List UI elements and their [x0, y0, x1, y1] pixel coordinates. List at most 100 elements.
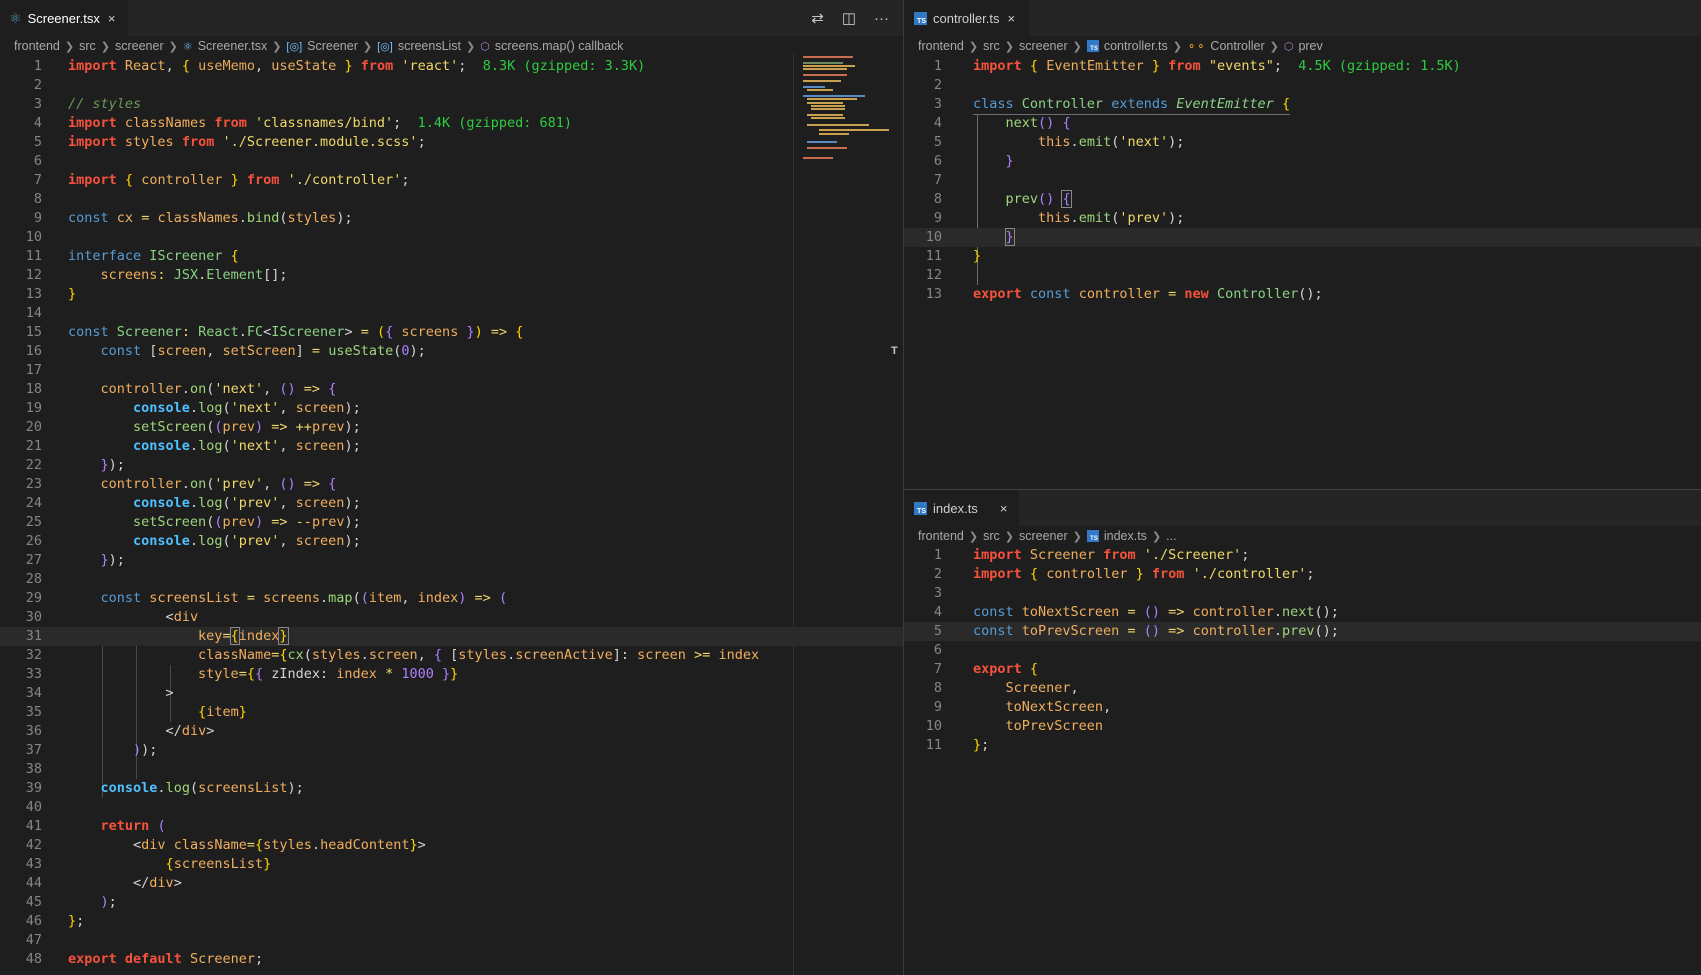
code-line: 44 </div>	[0, 874, 903, 893]
code-line: 25 setScreen((prev) => --prev);	[0, 513, 903, 532]
code-line: 5 this.emit('next');	[904, 133, 1701, 152]
breadcrumb: frontend ❯ src ❯ screener ❯ TS index.ts ❯ ...	[918, 527, 1177, 545]
code-line: 4 next() {	[904, 114, 1701, 133]
line-number: 31	[25, 628, 42, 644]
typescript-icon: TS	[1086, 530, 1099, 542]
code-line: 12 screens: JSX.Element[];	[0, 266, 903, 285]
code-line: 14	[0, 304, 903, 323]
chevron-right-icon: ❯	[168, 40, 178, 53]
code-line: 35 {item}	[0, 703, 903, 722]
method-symbol-icon: ⬡	[480, 40, 490, 53]
code-line: 11};	[904, 736, 1701, 755]
line-number: 18	[25, 381, 42, 397]
code-editor[interactable]: 1 import { EventEmitter } from "events"; …	[904, 57, 1701, 304]
editor-actions: ⇄ ◫ ···	[811, 0, 889, 36]
breadcrumb-item[interactable]: Screener	[307, 39, 358, 53]
code-line: 24 console.log('prev', screen);	[0, 494, 903, 513]
line-number: 6	[33, 153, 42, 169]
code-line: 5 import styles from './Screener.module.s…	[0, 133, 903, 152]
code-line: 8 Screener,	[904, 679, 1701, 698]
line-number: 17	[25, 362, 42, 378]
breadcrumb-item[interactable]: Screener.tsx	[198, 39, 267, 53]
breadcrumb-item[interactable]: screener	[115, 39, 164, 53]
line-number: 12	[25, 267, 42, 283]
code-line: 40	[0, 798, 903, 817]
breadcrumb-item[interactable]: controller.ts	[1104, 39, 1168, 53]
line-number: 28	[25, 571, 42, 587]
line-number: 24	[25, 495, 42, 511]
open-changes-icon[interactable]: ⇄	[811, 9, 824, 27]
line-number: 9	[33, 210, 42, 226]
line-number: 27	[25, 552, 42, 568]
code-line: 36 </div>	[0, 722, 903, 741]
close-tab-button[interactable]: ×	[1007, 11, 1015, 26]
tab-screener-tsx[interactable]: ⚛ Screener.tsx ×	[0, 0, 128, 36]
breadcrumb-item[interactable]: prev	[1298, 39, 1322, 53]
code-line: 10 }	[904, 228, 1701, 247]
close-tab-button[interactable]: ×	[1000, 501, 1008, 516]
line-number: 5	[933, 623, 942, 639]
variable-symbol-icon: [◎]	[377, 40, 393, 53]
line-number: 11	[925, 248, 942, 264]
code-line: 13}	[0, 285, 903, 304]
breadcrumb-item[interactable]: src	[79, 39, 96, 53]
breadcrumb-item[interactable]: Controller	[1210, 39, 1264, 53]
line-number: 4	[33, 115, 42, 131]
code-line: 11 interface IScreener {	[0, 247, 903, 266]
breadcrumb-item[interactable]: frontend	[14, 39, 60, 53]
line-number: 7	[933, 172, 942, 188]
code-line: 9 toNextScreen,	[904, 698, 1701, 717]
line-number: 9	[933, 210, 942, 226]
line-number: 35	[25, 704, 42, 720]
split-editor-icon[interactable]: ◫	[842, 9, 856, 27]
breadcrumb-item[interactable]: screensList	[398, 39, 461, 53]
line-number: 48	[25, 951, 42, 967]
line-number: 3	[33, 96, 42, 112]
breadcrumb-item[interactable]: screener	[1019, 529, 1068, 543]
breadcrumb-item[interactable]: screener	[1019, 39, 1068, 53]
tab-label: Screener.tsx	[27, 10, 100, 26]
line-number: 13	[25, 286, 42, 302]
tab-controller-ts[interactable]: TS controller.ts ×	[904, 0, 1029, 36]
code-line: 46};	[0, 912, 903, 931]
code-line: 27 });	[0, 551, 903, 570]
line-number: 6	[933, 642, 942, 658]
code-editor[interactable]: 1 import Screener from './Screener'; 2 imp…	[904, 546, 1701, 755]
code-line: 47	[0, 931, 903, 950]
line-number: 36	[25, 723, 42, 739]
line-number: 7	[933, 661, 942, 677]
tab-bar: TS index.ts ×	[904, 490, 1701, 526]
line-number: 2	[933, 566, 942, 582]
line-number: 9	[933, 699, 942, 715]
line-number: 3	[933, 585, 942, 601]
chevron-right-icon: ❯	[1072, 40, 1082, 53]
react-icon: ⚛	[9, 10, 22, 26]
breadcrumb-item[interactable]: index.ts	[1104, 529, 1147, 543]
code-line: 4 const toNextScreen = () => controller.n…	[904, 603, 1701, 622]
chevron-right-icon: ❯	[968, 530, 979, 543]
breadcrumb-item[interactable]: src	[983, 39, 1000, 53]
more-actions-icon[interactable]: ···	[874, 10, 889, 27]
code-line: 6	[0, 152, 903, 171]
code-line: 16 const [screen, setScreen] = useState(…	[0, 342, 903, 361]
line-number: 10	[925, 229, 942, 245]
breadcrumb-item[interactable]: src	[983, 529, 1000, 543]
breadcrumb-item[interactable]: ...	[1166, 529, 1176, 543]
code-editor[interactable]: 1 import React, { useMemo, useState } fro…	[0, 57, 903, 969]
code-line: 6	[904, 641, 1701, 660]
code-line: 4 import classNames from 'classnames/bind…	[0, 114, 903, 133]
tab-index-ts[interactable]: TS index.ts ×	[904, 490, 1019, 526]
code-line: 18 controller.on('next', () => {	[0, 380, 903, 399]
code-line: 2 import { controller } from './controlle…	[904, 565, 1701, 584]
close-tab-button[interactable]: ×	[108, 11, 116, 26]
breadcrumb-item[interactable]: frontend	[918, 529, 964, 543]
code-line: 15 const Screener: React.FC<IScreener> = …	[0, 323, 903, 342]
breadcrumb-item[interactable]: frontend	[918, 39, 964, 53]
chevron-right-icon: ❯	[100, 40, 110, 53]
code-line: 3 class Controller extends EventEmitter {	[904, 95, 1701, 115]
code-line: 2	[0, 76, 903, 95]
code-line: 2	[904, 76, 1701, 95]
breadcrumb-item[interactable]: screens.map() callback	[495, 39, 624, 53]
import-cost-hint: 1.4K (gzipped: 681)	[417, 115, 572, 131]
line-number: 8	[933, 191, 942, 207]
